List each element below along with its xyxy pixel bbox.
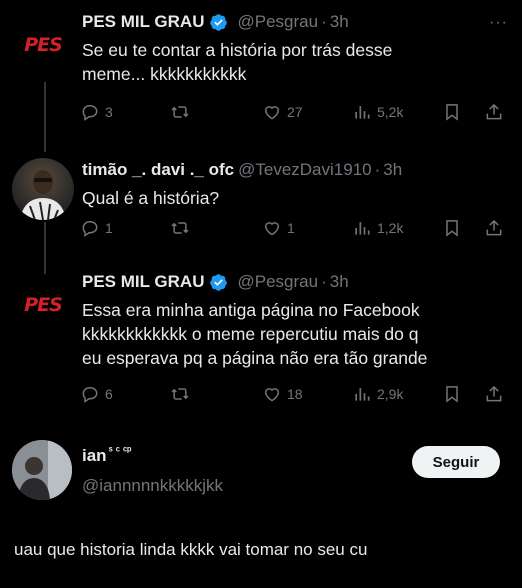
- reply-icon: [82, 104, 98, 121]
- views-button[interactable]: 2,9k: [352, 384, 403, 404]
- pes-logo: PES: [24, 34, 63, 56]
- profile-name-row: ian ˢ ᶜ ᶜᵖ: [82, 445, 132, 466]
- reply-count: 6: [105, 386, 113, 402]
- like-button[interactable]: 27: [262, 102, 303, 122]
- reply-count: 3: [105, 104, 113, 120]
- views-button[interactable]: 5,2k: [352, 102, 403, 122]
- avatar[interactable]: PES: [12, 274, 74, 336]
- profile-name[interactable]: ian: [82, 446, 107, 466]
- tweet-header: timão _. davi ._ ofc @TevezDavi1910 · 3h: [82, 160, 402, 180]
- separator: ·: [374, 160, 381, 179]
- tweet-actions: 1 1 1,2k: [80, 218, 508, 244]
- verified-badge-icon: [210, 13, 228, 31]
- views-chart-icon: [355, 106, 370, 119]
- reply-button[interactable]: 3: [80, 102, 113, 122]
- tweet-text: Qual é a história?: [82, 186, 502, 210]
- timestamp[interactable]: 3h: [383, 160, 402, 180]
- bookmark-button[interactable]: [442, 218, 462, 238]
- verified-badge-icon: [210, 273, 228, 291]
- share-icon: [486, 103, 502, 120]
- author-name[interactable]: PES MIL GRAU: [82, 272, 204, 292]
- tweet-actions: 3 27 5,2k: [80, 102, 508, 128]
- views-chart-icon: [355, 388, 370, 401]
- follow-button[interactable]: Seguir: [412, 446, 500, 478]
- tweet-text: Se eu te contar a história por trás dess…: [82, 38, 502, 86]
- like-count: 18: [287, 386, 303, 402]
- like-count: 27: [287, 104, 303, 120]
- like-button[interactable]: 18: [262, 384, 303, 404]
- reply-button[interactable]: 1: [80, 218, 113, 238]
- retweet-icon: [171, 222, 189, 234]
- share-button[interactable]: [484, 384, 504, 404]
- timestamp[interactable]: 3h: [330, 12, 349, 32]
- profile-name-suffix: ˢ ᶜ ᶜᵖ: [108, 445, 132, 457]
- tweet-1[interactable]: PES PES MIL GRAU @Pesgrau · 3h ··· Se eu…: [0, 0, 522, 140]
- author-handle[interactable]: @Pesgrau: [237, 12, 318, 32]
- separator: ·: [321, 272, 327, 291]
- share-icon: [486, 219, 502, 236]
- more-options-icon[interactable]: ···: [489, 14, 508, 32]
- retweet-icon: [171, 388, 189, 400]
- reply-count: 1: [105, 220, 113, 236]
- tweet-header: PES MIL GRAU @Pesgrau · 3h: [82, 272, 349, 292]
- pes-logo: PES: [24, 294, 63, 316]
- separator: ·: [321, 12, 327, 31]
- tweet-text-line: meme... kkkkkkkkkkk: [82, 64, 247, 84]
- tweet-text-line: Qual é a história?: [82, 188, 220, 208]
- heart-icon: [264, 222, 280, 236]
- bookmark-icon: [446, 104, 458, 121]
- views-chart-icon: [355, 222, 370, 235]
- retweet-button[interactable]: [170, 384, 190, 404]
- share-icon: [486, 385, 502, 402]
- bookmark-button[interactable]: [442, 384, 462, 404]
- profile-photo: [12, 440, 72, 500]
- profile-photo: [20, 170, 66, 220]
- tweet-text-line: Se eu te contar a história por trás dess…: [82, 40, 393, 60]
- retweet-button[interactable]: [170, 102, 190, 122]
- avatar[interactable]: [12, 158, 74, 220]
- author-name[interactable]: timão _. davi ._ ofc: [82, 160, 234, 180]
- author-name[interactable]: PES MIL GRAU: [82, 12, 204, 32]
- tweet-text-line: eu esperava pq a página não era tão gran…: [82, 348, 428, 368]
- share-button[interactable]: [484, 218, 504, 238]
- tweet-3[interactable]: PES PES MIL GRAU @Pesgrau · 3h Essa era …: [0, 266, 522, 426]
- bookmark-button[interactable]: [442, 102, 462, 122]
- reply-icon: [82, 386, 98, 403]
- heart-icon: [264, 106, 280, 120]
- author-handle[interactable]: @Pesgrau: [237, 272, 318, 292]
- author-handle[interactable]: @TevezDavi1910: [238, 160, 372, 180]
- bookmark-icon: [446, 386, 458, 403]
- like-button[interactable]: 1: [262, 218, 295, 238]
- view-count: 5,2k: [377, 104, 404, 120]
- views-button[interactable]: 1,2k: [352, 218, 403, 238]
- retweet-icon: [171, 106, 189, 118]
- profile-handle[interactable]: @iannnnnkkkkkjkk: [82, 476, 223, 496]
- retweet-button[interactable]: [170, 218, 190, 238]
- timestamp[interactable]: 3h: [330, 272, 349, 292]
- reply-button[interactable]: 6: [80, 384, 113, 404]
- tweet-actions: 6 18 2,9k: [80, 384, 508, 410]
- view-count: 1,2k: [377, 220, 404, 236]
- tweet-2[interactable]: timão _. davi ._ ofc @TevezDavi1910 · 3h…: [0, 150, 522, 260]
- avatar[interactable]: [12, 440, 72, 500]
- tweet-text-line: kkkkkkkkkkkk o meme repercutiu mais do q: [82, 324, 419, 344]
- like-count: 1: [287, 220, 295, 236]
- reply-text: uau que historia linda kkkk vai tomar no…: [14, 540, 368, 559]
- bookmark-icon: [446, 220, 458, 237]
- reply-author[interactable]: ian ˢ ᶜ ᶜᵖ @iannnnnkkkkkjkk Seguir: [0, 434, 522, 514]
- tweet-text-line: Essa era minha antiga página no Facebook: [82, 300, 420, 320]
- tweet-header: PES MIL GRAU @Pesgrau · 3h: [82, 12, 349, 32]
- avatar[interactable]: PES: [12, 14, 74, 76]
- share-button[interactable]: [484, 102, 504, 122]
- tweet-text: Essa era minha antiga página no Facebook…: [82, 298, 502, 370]
- view-count: 2,9k: [377, 386, 404, 402]
- heart-icon: [264, 388, 280, 402]
- reply-icon: [82, 220, 98, 237]
